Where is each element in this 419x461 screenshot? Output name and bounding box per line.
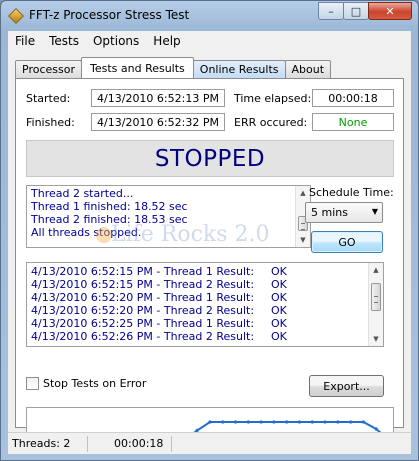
- go-button[interactable]: GO: [311, 231, 383, 253]
- graph-point: [310, 420, 314, 424]
- err-value: None: [312, 113, 394, 131]
- minimize-button[interactable]: –: [318, 2, 344, 20]
- stop-on-error-option[interactable]: Stop Tests on Error: [26, 377, 146, 390]
- graph-point: [336, 420, 340, 424]
- close-icon: ✕: [385, 4, 395, 18]
- schedule-select[interactable]: 5 mins ▼: [305, 202, 383, 223]
- threads-count: Threads: 2: [8, 435, 88, 452]
- watermark-text: Life Rocks 2.0: [111, 222, 270, 247]
- minimize-icon: –: [328, 4, 334, 18]
- maximize-button[interactable]: □: [343, 2, 369, 20]
- result-row: 4/13/2010 6:52:15 PM - Thread 2 Result: O…: [31, 278, 287, 291]
- watermark-logo-icon: [96, 227, 112, 243]
- scroll-down-icon[interactable]: ▼: [296, 233, 310, 247]
- schedule-label: Schedule Time:: [309, 186, 394, 199]
- finished-value: 4/13/2010 6:52:32 PM: [91, 113, 225, 131]
- results-list[interactable]: 4/13/2010 6:52:15 PM - Thread 1 Result: O…: [26, 262, 384, 347]
- result-row: 4/13/2010 6:52:15 PM - Thread 1 Result: O…: [31, 265, 287, 278]
- graph-point: [221, 420, 225, 424]
- elapsed-label: Time elapsed:: [234, 92, 312, 105]
- maximize-icon: □: [350, 4, 362, 18]
- scroll-up-icon[interactable]: ▲: [369, 263, 383, 277]
- title-bar[interactable]: FFT-z Processor Stress Test – □ ✕: [1, 1, 418, 31]
- tab-tests-and-results[interactable]: Tests and Results: [80, 57, 194, 78]
- graph-point: [349, 420, 353, 424]
- tab-processor[interactable]: Processor: [15, 60, 82, 78]
- finished-label: Finished:: [26, 116, 75, 129]
- window-title: FFT-z Processor Stress Test: [29, 8, 190, 22]
- schedule-value: 5 mins: [311, 206, 348, 219]
- graph-point: [323, 420, 327, 424]
- graph-point: [361, 420, 366, 424]
- chevron-down-icon: ▼: [371, 207, 378, 216]
- menu-tests[interactable]: Tests: [42, 34, 86, 48]
- tests-results-panel: Started: 4/13/2010 6:52:13 PM Time elaps…: [15, 78, 404, 447]
- menu-bar: File Tests Options Help: [8, 31, 411, 51]
- result-row: 4/13/2010 6:52:26 PM - Thread 2 Result: O…: [31, 330, 287, 343]
- result-row: 4/13/2010 6:52:20 PM - Thread 1 Result: O…: [31, 291, 287, 304]
- scroll-down-icon[interactable]: ▼: [369, 332, 383, 346]
- log-line: Thread 1 finished: 18.52 sec: [31, 200, 188, 213]
- menu-help[interactable]: Help: [146, 34, 187, 48]
- graph-point: [246, 420, 250, 424]
- tab-about[interactable]: About: [284, 60, 332, 78]
- app-window: FFT-z Processor Stress Test – □ ✕ File T…: [0, 0, 419, 461]
- status-bar: Threads: 2 00:00:18: [8, 432, 411, 454]
- stop-on-error-label: Stop Tests on Error: [43, 377, 147, 390]
- client-area: Processor Tests and Results Online Resul…: [8, 51, 411, 454]
- err-label: ERR occured:: [234, 116, 308, 129]
- stop-on-error-checkbox[interactable]: [26, 377, 39, 390]
- result-row: 4/13/2010 6:52:20 PM - Thread 2 Result: O…: [31, 304, 287, 317]
- menu-file[interactable]: File: [8, 34, 42, 48]
- elapsed-value: 00:00:18: [312, 89, 394, 107]
- log-line: Thread 2 started...: [31, 187, 134, 200]
- close-button[interactable]: ✕: [368, 2, 412, 20]
- status-elapsed: 00:00:18: [88, 435, 172, 452]
- results-scrollbar[interactable]: ▲ ▼: [368, 263, 383, 346]
- started-value: 4/13/2010 6:52:13 PM: [91, 89, 225, 107]
- export-button[interactable]: Export...: [309, 375, 384, 397]
- graph-point: [297, 420, 302, 424]
- menu-options[interactable]: Options: [86, 34, 146, 48]
- graph-point: [285, 420, 289, 424]
- graph-point: [374, 427, 378, 431]
- graph-point: [272, 420, 276, 424]
- tab-online-results[interactable]: Online Results: [192, 60, 286, 78]
- status-banner: STOPPED: [26, 140, 394, 177]
- app-icon: [8, 8, 24, 24]
- scroll-up-icon[interactable]: ▲: [296, 186, 310, 200]
- tab-strip: Processor Tests and Results Online Resul…: [15, 57, 332, 78]
- graph-point: [208, 420, 212, 424]
- graph-point: [233, 420, 238, 424]
- results-scroll-thumb[interactable]: [371, 283, 381, 311]
- graph-point: [259, 420, 263, 424]
- result-row: 4/13/2010 6:52:25 PM - Thread 1 Result: O…: [31, 317, 287, 330]
- started-label: Started:: [26, 92, 71, 105]
